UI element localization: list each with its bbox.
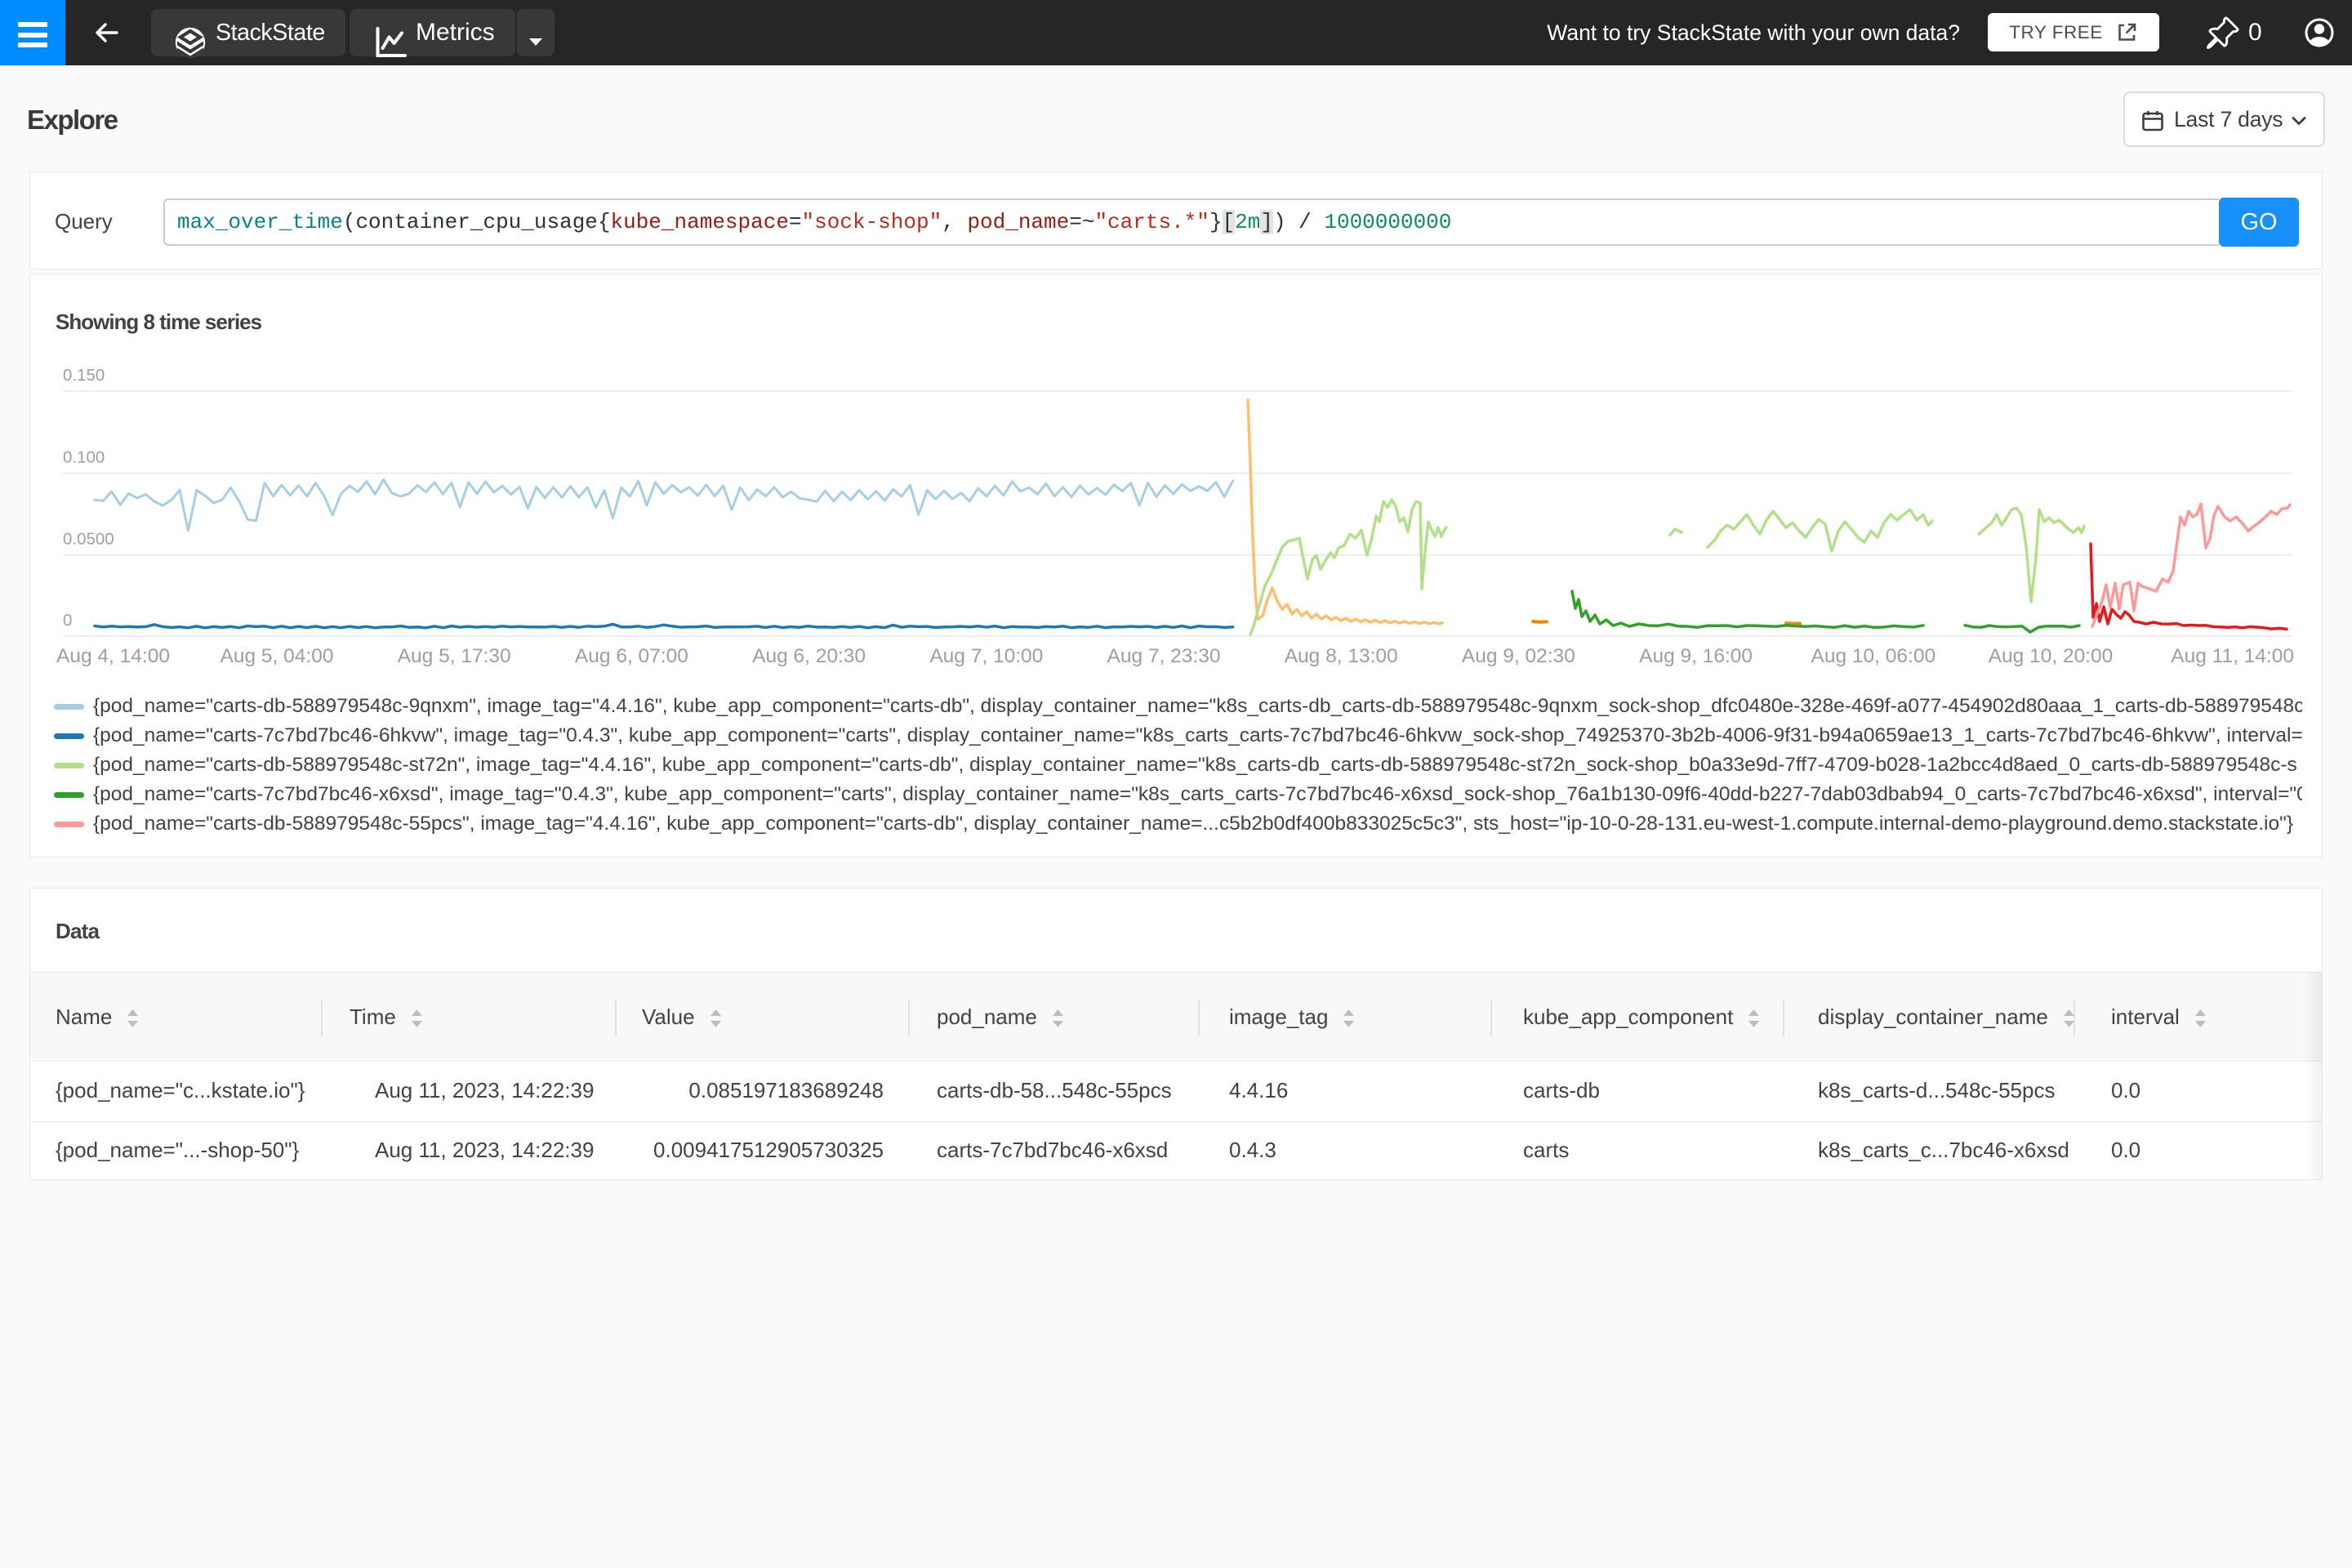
svg-text:Aug 9, 02:30: Aug 9, 02:30 [1462,645,1575,667]
svg-text:Aug 6, 07:00: Aug 6, 07:00 [575,645,688,667]
svg-text:Aug 4, 14:00: Aug 4, 14:00 [56,645,170,667]
svg-text:Aug 8, 13:00: Aug 8, 13:00 [1285,645,1398,667]
svg-text:0.0500: 0.0500 [63,530,114,549]
svg-text:Aug 7, 23:30: Aug 7, 23:30 [1107,645,1221,667]
svg-text:Aug 5, 17:30: Aug 5, 17:30 [398,645,511,667]
svg-text:Aug 9, 16:00: Aug 9, 16:00 [1639,645,1753,667]
svg-text:Aug 7, 10:00: Aug 7, 10:00 [929,645,1043,667]
svg-text:0.150: 0.150 [63,366,105,385]
svg-text:0.100: 0.100 [63,448,105,467]
svg-text:0: 0 [63,611,72,630]
svg-text:Aug 10, 20:00: Aug 10, 20:00 [1989,645,2114,667]
svg-text:Aug 11, 14:00: Aug 11, 14:00 [2171,645,2294,667]
svg-text:Aug 5, 04:00: Aug 5, 04:00 [220,645,334,667]
svg-text:Aug 10, 06:00: Aug 10, 06:00 [1811,645,1936,667]
svg-text:Aug 6, 20:30: Aug 6, 20:30 [752,645,866,667]
